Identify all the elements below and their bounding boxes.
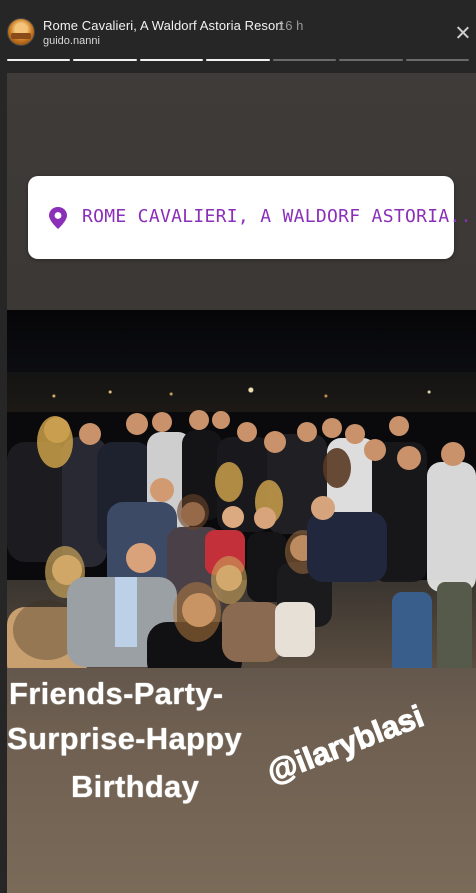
progress-segment — [7, 59, 71, 61]
story-header: Rome Cavalieri, A Waldorf Astoria Resort… — [0, 0, 476, 60]
progress-segment — [206, 59, 270, 61]
caption-line-1: Friends-Party- — [9, 676, 224, 711]
progress-segment — [139, 59, 204, 61]
progress-segment — [339, 59, 403, 61]
story-viewer: Rome Cavalieri, A Waldorf Astoria Resort… — [0, 0, 476, 893]
progress-segment — [405, 59, 469, 61]
progress-segment — [73, 59, 137, 61]
location-label: ROME CAVALIERI, A WALDORF ASTORIA... — [82, 206, 476, 227]
caption-line-2: Surprise-Happy — [7, 721, 243, 756]
story-content[interactable]: ROME CAVALIERI, A WALDORF ASTORIA... Fri… — [7, 73, 476, 893]
mention-sticker[interactable]: @ilaryblasi — [262, 698, 429, 791]
location-sticker[interactable]: ROME CAVALIERI, A WALDORF ASTORIA... — [28, 176, 476, 259]
progress-segment — [272, 59, 337, 61]
story-progress — [7, 59, 469, 62]
account-avatar[interactable] — [7, 18, 35, 46]
crowd-illustration — [7, 410, 476, 668]
account-name[interactable]: Rome Cavalieri, A Waldorf Astoria Resort — [43, 18, 284, 33]
caption-line-3: Birthday — [71, 769, 200, 804]
location-pin-icon — [49, 207, 67, 229]
close-icon[interactable] — [456, 26, 469, 39]
time-ago: 16 h — [278, 18, 304, 33]
group-photo — [7, 310, 476, 668]
username[interactable]: guido.nanni — [43, 35, 100, 47]
